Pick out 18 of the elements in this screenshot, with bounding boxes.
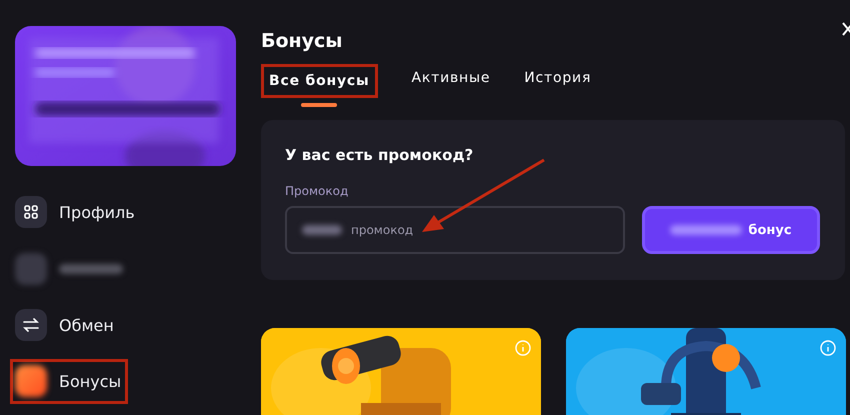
sidebar-item[interactable]: Обмен [10,302,246,348]
sidebar-item[interactable]: Бонусы [10,358,128,404]
sidebar-item[interactable]: Профиль [10,190,246,235]
tab-indicator [301,103,338,107]
info-icon[interactable] [515,340,531,356]
page-title: Бонусы [261,30,344,52]
blurred-icon [15,252,47,285]
bonus-icon [15,365,47,398]
blurred-text [302,225,342,235]
info-icon[interactable] [820,340,836,356]
get-bonus-button[interactable]: бонус [642,206,820,254]
tab[interactable]: История [524,64,592,98]
promo-heading: У вас есть промокод? [285,146,474,164]
grid-icon [24,205,38,220]
promo-code-field[interactable]: промокод [285,206,625,254]
tab[interactable]: Активные [412,64,490,98]
swap-arrows-icon [23,318,39,332]
field-label: Промокод [285,184,350,198]
